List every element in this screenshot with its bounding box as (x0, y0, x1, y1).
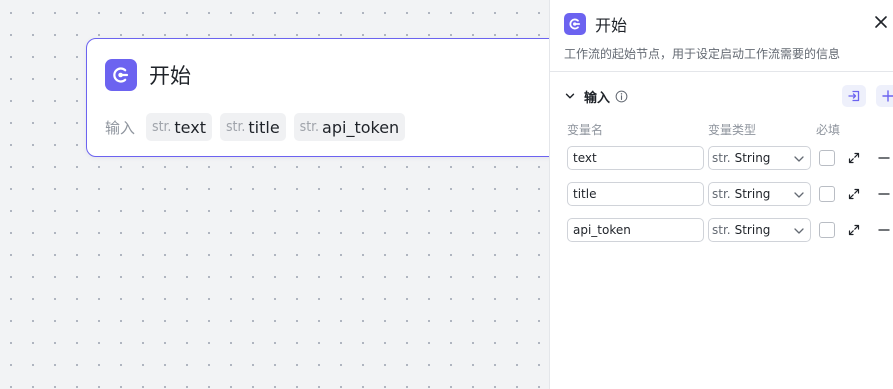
variable-name-input[interactable] (567, 182, 704, 206)
import-variables-button[interactable] (842, 85, 866, 107)
chevron-down-icon (794, 156, 804, 162)
expand-icon[interactable] (847, 187, 861, 201)
node-variable-chip: str. title (219, 113, 286, 141)
node-variable-chip: str. text (146, 113, 212, 141)
inputs-section-toggle[interactable]: 输入 (564, 86, 628, 106)
start-node-inputs: 输入 str. text str. title str. api_token (105, 113, 413, 141)
required-checkbox[interactable] (819, 150, 835, 166)
variable-name: title (248, 117, 280, 137)
start-node-icon (105, 59, 137, 91)
info-icon[interactable] (615, 90, 628, 103)
variable-type-select[interactable]: str. String (708, 218, 811, 242)
variable-type: str. (152, 119, 172, 135)
variable-name: api_token (322, 117, 400, 137)
minus-icon[interactable] (877, 187, 891, 201)
required-checkbox[interactable] (819, 222, 835, 238)
required-checkbox[interactable] (819, 186, 835, 202)
variable-type-select[interactable]: str. String (708, 182, 811, 206)
type-value: String (734, 187, 771, 201)
expand-icon[interactable] (847, 223, 861, 237)
import-icon (848, 90, 860, 102)
variable-name-input[interactable] (567, 218, 704, 242)
start-node-header: 开始 (105, 59, 191, 91)
type-value: String (734, 151, 771, 165)
column-header-name: 变量名 (567, 123, 604, 137)
panel-header: 开始 (564, 12, 627, 36)
chevron-down-icon (794, 228, 804, 234)
node-variable-chip: str. api_token (293, 113, 406, 141)
node-settings-panel: 开始 工作流的起始节点，用于设定启动工作流需要的信息 输入 变量名 变量类型 必… (549, 0, 893, 389)
column-header-type: 变量类型 (708, 123, 757, 137)
start-node-icon (564, 13, 586, 35)
variable-name: text (174, 117, 206, 137)
node-inputs-label: 输入 (105, 118, 136, 137)
start-node-title: 开始 (149, 64, 191, 88)
minus-icon[interactable] (877, 151, 891, 165)
column-header-required: 必填 (816, 123, 841, 137)
inputs-section-title: 输入 (584, 90, 611, 106)
panel-divider (550, 71, 893, 72)
type-prefix: str. (712, 151, 731, 165)
variable-name-input[interactable] (567, 146, 704, 170)
variable-row: str. String (550, 146, 893, 170)
type-prefix: str. (712, 223, 731, 237)
panel-description: 工作流的起始节点，用于设定启动工作流需要的信息 (564, 47, 841, 61)
chevron-down-icon (565, 93, 575, 99)
minus-icon[interactable] (877, 223, 891, 237)
plus-icon (882, 90, 893, 102)
panel-title: 开始 (595, 16, 628, 35)
variable-row: str. String (550, 218, 893, 242)
type-value: String (734, 223, 771, 237)
variable-type: str. (299, 119, 320, 135)
expand-icon[interactable] (847, 151, 861, 165)
variable-type-select[interactable]: str. String (708, 146, 811, 170)
variable-row: str. String (550, 182, 893, 206)
type-prefix: str. (712, 187, 731, 201)
add-variable-button[interactable] (876, 85, 893, 107)
start-node[interactable]: 开始 输入 str. text str. title str. api_toke… (86, 38, 606, 157)
close-icon[interactable] (873, 14, 889, 30)
variable-type: str. (225, 119, 246, 135)
chevron-down-icon (794, 192, 804, 198)
